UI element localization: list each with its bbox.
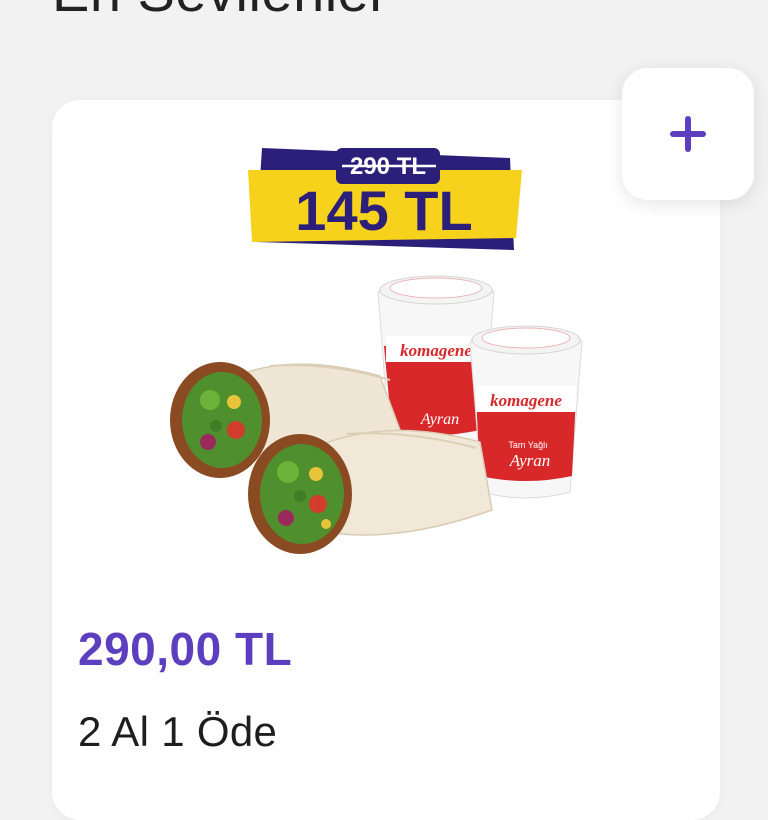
- plus-icon: [666, 112, 710, 156]
- badge-new-price: 145 TL: [295, 179, 472, 242]
- product-image[interactable]: 290 TL 145 TL komagene Ayran komagene Ta…: [150, 130, 610, 590]
- ayran-cup-front: komagene Tam Yağlı Ayran: [470, 326, 582, 498]
- wrap-front: [248, 430, 492, 554]
- cup-product-back: Ayran: [420, 411, 459, 428]
- product-name: 2 Al 1 Öde: [78, 708, 277, 756]
- cup-brand-front: komagene: [490, 391, 562, 410]
- cup-brand-back: komagene: [400, 341, 472, 360]
- section-title: En Sevilenler: [52, 0, 388, 20]
- cup-product-front: Ayran: [509, 451, 551, 470]
- product-price: 290,00 TL: [78, 622, 292, 676]
- add-to-cart-button[interactable]: [622, 68, 754, 200]
- price-badge: 290 TL 145 TL: [248, 148, 522, 250]
- cup-tagline-front: Tam Yağlı: [508, 440, 547, 450]
